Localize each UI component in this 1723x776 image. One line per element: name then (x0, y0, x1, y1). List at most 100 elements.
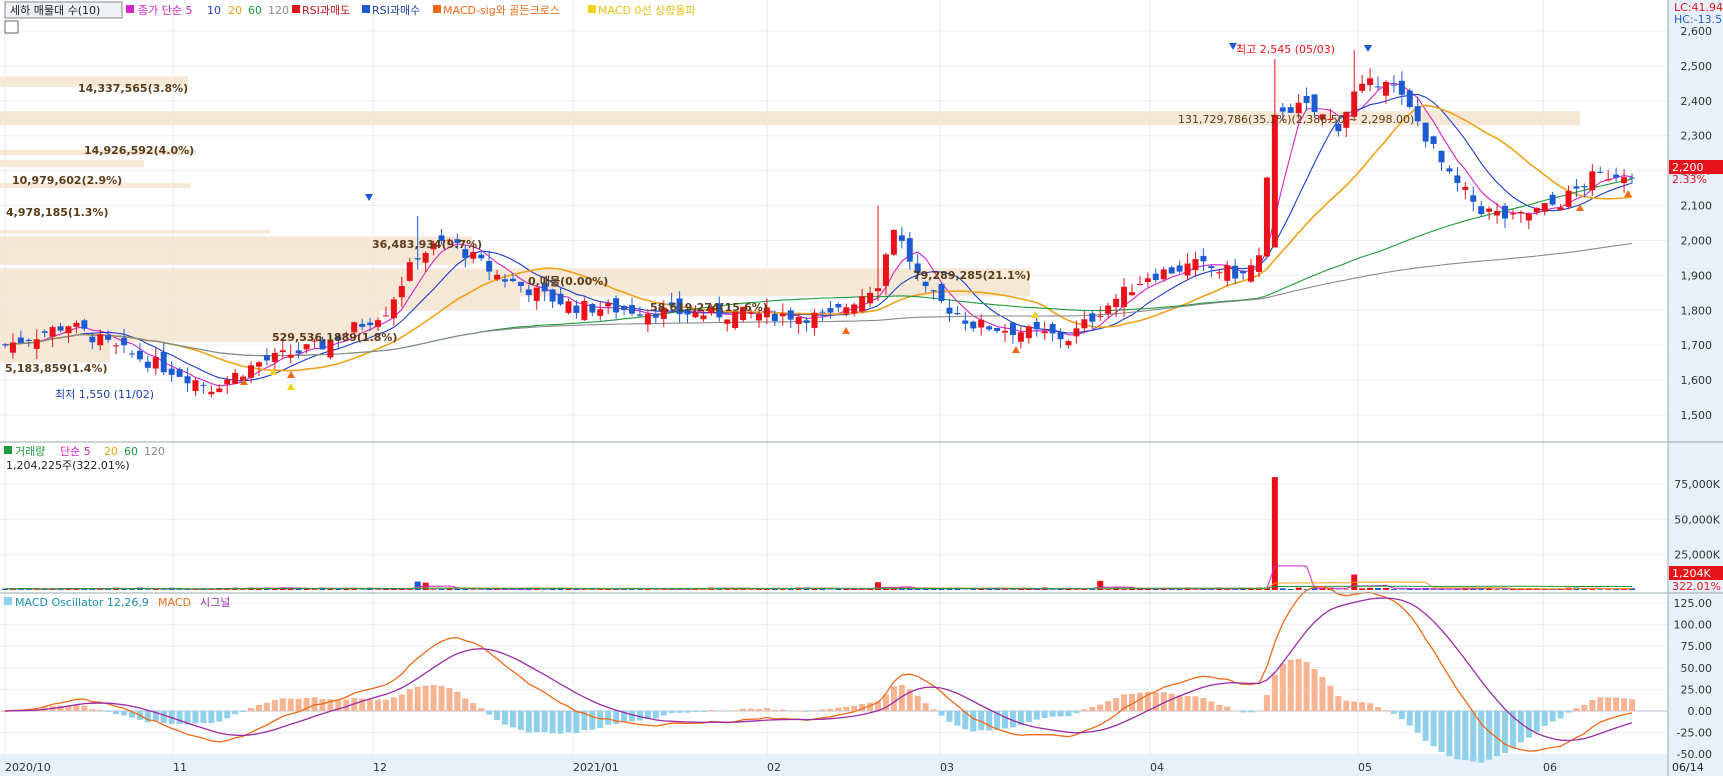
candle-body (771, 313, 778, 321)
volume-bar (33, 589, 40, 590)
candle-body (1255, 255, 1262, 272)
macd-osc-bar (398, 694, 405, 711)
macd-osc-bar (1327, 685, 1334, 711)
macd-osc-bar (1454, 711, 1461, 760)
stock-chart[interactable]: 2,6002,5002,4002,3002,2002,1002,0001,900… (0, 0, 1723, 776)
macd-osc-bar (541, 711, 548, 733)
candle-body (25, 339, 32, 342)
candle-body (859, 296, 866, 312)
macd-osc-bar (1049, 711, 1056, 717)
ma-legend-label: 종가 단순 5 (138, 4, 192, 17)
candle-body (1097, 315, 1104, 317)
candle-body (557, 293, 564, 305)
macd-osc-bar (835, 707, 842, 711)
candle-body (1287, 107, 1294, 113)
candle-body (700, 315, 707, 320)
candle-body (621, 306, 628, 310)
macd-osc-bar (930, 709, 937, 711)
macd-osc-bar (216, 711, 223, 722)
macd-osc-bar (1216, 704, 1223, 711)
macd-legend-label: MACD (158, 596, 191, 609)
macd-osc-bar (1176, 695, 1183, 711)
macd-lines[interactable] (2, 585, 1635, 763)
candle-body (121, 337, 128, 346)
macd-osc-bar (478, 708, 485, 711)
macd-osc-bar (509, 711, 516, 728)
candle-body (1121, 286, 1128, 307)
macd-osc-bar (287, 698, 294, 711)
candle-body (105, 335, 112, 340)
macd-osc-bar (414, 686, 421, 711)
macd-osc-bar (763, 707, 770, 711)
candle-body (1279, 107, 1286, 112)
profile-label: 14,926,592(4.0%) (84, 144, 194, 157)
candle-body (1541, 203, 1548, 212)
macd-osc-bar (446, 688, 453, 711)
volume-bar (859, 589, 866, 590)
candle-body (962, 320, 969, 324)
candle-body (1192, 259, 1199, 271)
volume-bar (1279, 588, 1286, 590)
candle-body (263, 355, 270, 361)
candle-body (398, 286, 405, 298)
y-tick-label: 50.00 (1681, 662, 1713, 675)
candle-body (1144, 278, 1151, 283)
macd-osc-bar (811, 710, 818, 711)
macd-osc-bar (946, 711, 953, 722)
candle-body (732, 311, 739, 329)
macd-osc-bar (1382, 710, 1389, 711)
macd-osc-bar (1525, 711, 1532, 738)
volume-ma-line (4, 565, 1632, 590)
candle-body (49, 327, 56, 337)
candle-body (1549, 194, 1556, 205)
profile-bar (0, 229, 270, 234)
macd-osc-bar (502, 711, 509, 725)
macd-osc-bar (319, 699, 326, 711)
macd-osc-bar (1097, 704, 1104, 711)
candle-body (97, 334, 104, 346)
x-end-label: 06/14 (1672, 761, 1704, 774)
macd-osc-bar (938, 711, 945, 716)
macd-osc-bar (1470, 711, 1477, 762)
macd-osc-bar (771, 709, 778, 711)
volume-bars[interactable] (2, 477, 1635, 590)
macd-osc-bar (1367, 703, 1374, 711)
candle-body (17, 337, 24, 343)
candle-body (851, 304, 858, 314)
macd-osc-bar (1287, 659, 1294, 711)
candle-body (1517, 211, 1524, 214)
candle-body (375, 320, 382, 327)
profile-bar (0, 341, 110, 363)
candle-body (232, 372, 239, 384)
y-tick-label: 2,600 (1681, 25, 1713, 38)
macd-osc-bar (1621, 698, 1628, 711)
candle-body (1200, 255, 1207, 262)
volume-bar (1502, 589, 1509, 590)
volume-ma60: 60 (124, 445, 138, 458)
candle-body (605, 303, 612, 307)
candle-body (502, 279, 509, 282)
candle-body (525, 289, 532, 296)
macd-osc-bar (748, 708, 755, 711)
macd-osc-bar (1033, 711, 1040, 720)
volume-bar (176, 589, 183, 590)
macd-osc-bar (192, 711, 199, 724)
macd-osc-bar (1041, 711, 1048, 718)
ma10-legend: 10 (207, 4, 221, 17)
macd-osc-bar (430, 684, 437, 711)
candle-body (1398, 80, 1405, 95)
candle-body (1033, 321, 1040, 330)
ma60-legend: 60 (248, 4, 262, 17)
candle-body (470, 251, 477, 259)
settings-icon[interactable] (4, 20, 19, 34)
volume-bar (430, 589, 437, 590)
candle-body (1414, 106, 1421, 122)
macd-osc-bar (1359, 702, 1366, 711)
y-tick-label: 75.00 (1681, 640, 1713, 653)
candle-body (136, 350, 143, 360)
legend-swatch (4, 597, 12, 605)
profile-bar (0, 268, 1030, 297)
candle-body (255, 362, 262, 367)
candle-body (144, 361, 151, 368)
macd-osc-bar (462, 698, 469, 711)
